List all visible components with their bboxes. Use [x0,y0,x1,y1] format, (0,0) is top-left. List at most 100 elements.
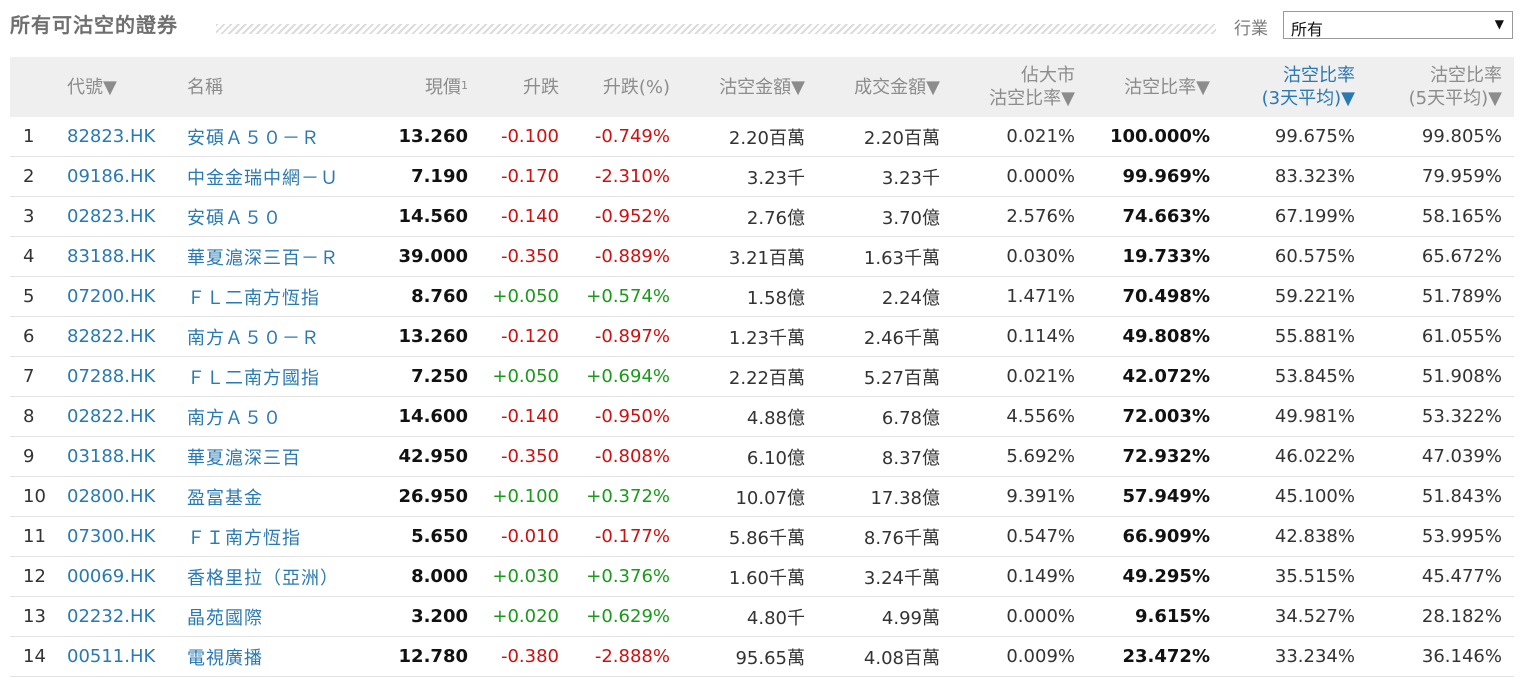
cell-code[interactable]: 02232.HK [67,596,187,637]
cell-code[interactable]: 82823.HK [67,117,187,157]
cell-short-amount: 1.23千萬 [682,316,817,357]
cell-ratio-5d: 47.039% [1367,436,1514,477]
cell-ratio-3d: 46.022% [1222,436,1367,477]
cell-code[interactable]: 02800.HK [67,476,187,517]
cell-change-pct: +0.629% [571,596,682,637]
cell-code[interactable]: 02823.HK [67,196,187,237]
cell-code[interactable]: 00069.HK [67,556,187,597]
cell-name[interactable]: ＦＬ二南方恆指 [187,276,397,317]
cell-turnover: 2.24億 [817,276,952,317]
cell-change-pct: -0.950% [571,396,682,437]
cell-ratio-3d: 33.234% [1222,636,1367,677]
col-header-short-ratio[interactable]: 沽空比率▼ [1087,57,1222,117]
cell-ratio-5d: 28.182% [1367,596,1514,637]
cell-change-pct: -0.897% [571,316,682,357]
cell-ratio-3d: 59.221% [1222,276,1367,317]
cell-code[interactable]: 09186.HK [67,156,187,197]
cell-rank: 9 [10,436,67,477]
cell-rank: 1 [10,117,67,157]
col-header-market-share[interactable]: 佔大市 沽空比率▼ [952,57,1087,117]
cell-ratio-5d: 61.055% [1367,316,1514,357]
cell-change: -0.120 [480,316,571,357]
cell-code[interactable]: 82822.HK [67,316,187,357]
cell-name[interactable]: ＦＬ二南方國指 [187,356,397,397]
col-header-name: 名稱 [187,57,397,117]
cell-name[interactable]: 晶苑國際 [187,596,397,637]
col-header-short-amount[interactable]: 沽空金額▼ [682,57,817,117]
col-header-code[interactable]: 代號▼ [67,57,187,117]
cell-change-pct: -0.808% [571,436,682,477]
cell-change-pct: -0.952% [571,196,682,237]
cell-short-ratio: 74.663% [1087,196,1222,237]
cell-price: 8.000 [397,556,480,597]
industry-select[interactable]: 所有 ▼ [1283,11,1513,39]
cell-ratio-3d: 42.838% [1222,516,1367,557]
cell-change: -0.140 [480,396,571,437]
cell-change-pct: -0.177% [571,516,682,557]
cell-ratio-3d: 55.881% [1222,316,1367,357]
cell-change: -0.350 [480,236,571,277]
cell-short-ratio: 49.808% [1087,316,1222,357]
table-row: 12 00069.HK 香格里拉（亞洲） 8.000 +0.030 +0.376% 1.60… [10,556,1514,597]
cell-change: -0.170 [480,156,571,197]
cell-code[interactable]: 02822.HK [67,396,187,437]
table-row: 1 82823.HK 安碩Ａ５０－Ｒ 13.260 -0.100 -0.749% 2.20百… [10,117,1514,157]
cell-ratio-3d: 34.527% [1222,596,1367,637]
cell-name[interactable]: 安碩Ａ５０ [187,196,397,237]
table-row: 14 00511.HK 電視廣播 12.780 -0.380 -2.888% 95.65萬 4… [10,636,1514,677]
cell-short-amount: 3.23千 [682,156,817,197]
cell-code[interactable]: 07200.HK [67,276,187,317]
cell-ratio-5d: 99.805% [1367,117,1514,157]
cell-code[interactable]: 00511.HK [67,636,187,677]
cell-code[interactable]: 07288.HK [67,356,187,397]
cell-ratio-5d: 36.146% [1367,636,1514,677]
cell-name[interactable]: 南方Ａ５０ [187,396,397,437]
cell-price: 13.260 [397,316,480,357]
col-header-turnover[interactable]: 成交金額▼ [817,57,952,117]
cell-change: -0.140 [480,196,571,237]
cell-name[interactable]: 盈富基金 [187,476,397,517]
table-row: 5 07200.HK ＦＬ二南方恆指 8.760 +0.050 +0.574% 1.58億 2… [10,276,1514,317]
cell-change-pct: +0.694% [571,356,682,397]
cell-change-pct: -2.888% [571,636,682,677]
cell-change-pct: -0.889% [571,236,682,277]
cell-name[interactable]: 香格里拉（亞洲） [187,556,397,597]
cell-change-pct: +0.574% [571,276,682,317]
cell-code[interactable]: 03188.HK [67,436,187,477]
cell-market-share: 0.000% [952,156,1087,197]
cell-name[interactable]: 南方Ａ５０－Ｒ [187,316,397,357]
cell-name[interactable]: 安碩Ａ５０－Ｒ [187,117,397,157]
cell-market-share: 0.547% [952,516,1087,557]
table-row: 9 03188.HK 華夏滬深三百 42.950 -0.350 -0.808% 6.10億 8… [10,436,1514,477]
cell-turnover: 17.38億 [817,476,952,517]
cell-name[interactable]: 中金金瑞中網－Ｕ [187,156,397,197]
industry-label: 行業 [1234,19,1268,39]
cell-name[interactable]: ＦＩ南方恆指 [187,516,397,557]
cell-code[interactable]: 83188.HK [67,236,187,277]
page-header: 所有可沽空的證券 行業 所有 ▼ [0,0,1520,56]
col-header-ratio-3d[interactable]: 沽空比率 (3天平均)▼ [1222,57,1367,117]
cell-short-amount: 4.80千 [682,596,817,637]
cell-turnover: 8.76千萬 [817,516,952,557]
cell-change: +0.100 [480,476,571,517]
cell-change: -0.010 [480,516,571,557]
cell-turnover: 3.70億 [817,196,952,237]
cell-rank: 3 [10,196,67,237]
cell-ratio-3d: 60.575% [1222,236,1367,277]
cell-change-pct: +0.372% [571,476,682,517]
cell-short-ratio: 99.969% [1087,156,1222,197]
col-header-change: 升跌 [480,57,571,117]
col-header-ratio-5d[interactable]: 沽空比率 (5天平均)▼ [1367,57,1514,117]
cell-ratio-3d: 35.515% [1222,556,1367,597]
cell-turnover: 3.24千萬 [817,556,952,597]
table-row: 11 07300.HK ＦＩ南方恆指 5.650 -0.010 -0.177% 5.86千萬… [10,516,1514,557]
cell-name[interactable]: 華夏滬深三百－Ｒ [187,236,397,277]
cell-name[interactable]: 華夏滬深三百 [187,436,397,477]
cell-ratio-5d: 51.908% [1367,356,1514,397]
cell-price: 14.600 [397,396,480,437]
cell-price: 7.250 [397,356,480,397]
cell-name[interactable]: 電視廣播 [187,636,397,677]
cell-code[interactable]: 07300.HK [67,516,187,557]
cell-turnover: 4.99萬 [817,596,952,637]
title-divider [216,24,1216,34]
